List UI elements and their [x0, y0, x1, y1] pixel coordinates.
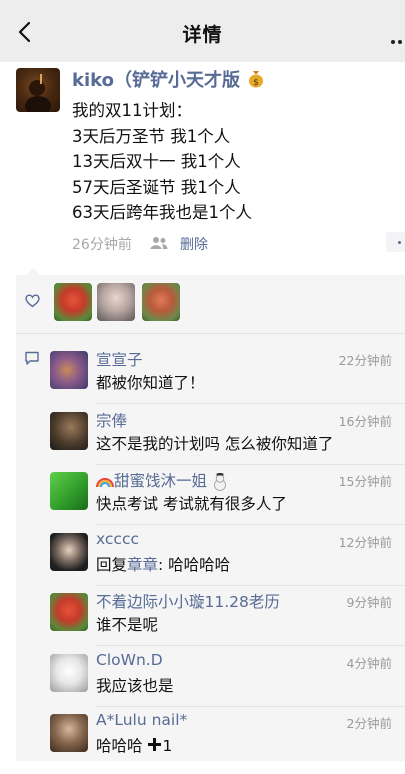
- svg-text:$: $: [253, 78, 259, 88]
- comment-time: 2分钟前: [346, 716, 392, 731]
- reply-text: : 哈哈哈哈: [158, 556, 231, 574]
- commenter-avatar[interactable]: [50, 533, 88, 571]
- rainbow-icon: [96, 477, 114, 487]
- comment-item[interactable]: xcccc 12分钟前 回复章章: 哈哈哈哈: [50, 530, 405, 593]
- comment-time: 4分钟前: [346, 656, 392, 671]
- comment-item[interactable]: 宣宣子 22分钟前 都被你知道了！: [50, 351, 405, 411]
- comment-text-suffix: 1: [162, 737, 173, 755]
- comment-text: 我应该也是: [96, 677, 174, 695]
- reply-prefix: 回复: [96, 556, 128, 574]
- commenter-avatar[interactable]: [50, 351, 88, 389]
- post-line: 3天后万圣节 我1个人: [72, 126, 231, 146]
- money-bag-icon: $: [249, 71, 263, 88]
- post-line: 63天后跨年我也是1个人: [72, 203, 252, 222]
- post-line: 57天后圣诞节 我1个人: [72, 177, 241, 197]
- comment-time: 12分钟前: [338, 535, 392, 550]
- comment-divider: [96, 585, 405, 586]
- comment-divider: [96, 464, 405, 465]
- heart-outline-icon: [25, 294, 40, 308]
- comment-text: 这不是我的计划吗 怎么被你知道了: [96, 435, 334, 453]
- commenter-avatar[interactable]: [50, 412, 88, 450]
- comment-text: 回复章章: 哈哈哈哈: [96, 553, 230, 575]
- comment-time: 22分钟前: [338, 353, 392, 368]
- comment-text: 都被你知道了！: [96, 374, 205, 392]
- comment-text: 谁不是呢: [96, 616, 159, 634]
- comment-time: 15分钟前: [338, 474, 392, 489]
- comment-divider: [96, 645, 405, 646]
- comment-divider: [96, 706, 405, 707]
- post-line: 我的双11计划：: [72, 101, 192, 120]
- comment-bubble-icon: [25, 351, 39, 365]
- commenter-avatar[interactable]: [50, 472, 88, 510]
- commenter-name[interactable]: 甜蜜饯沐一姐: [114, 472, 207, 490]
- page-title: 详情: [182, 24, 223, 46]
- commenter-name[interactable]: xcccc: [96, 530, 139, 548]
- like-avatar[interactable]: [97, 283, 135, 321]
- comment-text: 哈哈哈 1: [96, 734, 172, 756]
- friends-icon: [150, 237, 168, 249]
- like-avatar[interactable]: [54, 283, 92, 321]
- commenter-name[interactable]: A*Lulu nail*: [96, 711, 187, 729]
- post-timestamp: 26分钟前: [72, 237, 132, 253]
- comment-item[interactable]: CloWn.D 4分钟前 我应该也是: [50, 651, 405, 714]
- post-line: 13天后双十一 我1个人: [72, 152, 241, 171]
- comment-item[interactable]: 宗俸 16分钟前 这不是我的计划吗 怎么被你知道了: [50, 412, 405, 472]
- like-avatar[interactable]: [142, 283, 180, 321]
- comment-divider: [96, 524, 405, 525]
- nav-bar: 详情: [0, 0, 405, 62]
- panel-divider: [16, 333, 405, 334]
- post-action-button[interactable]: [386, 232, 405, 252]
- commenter-name[interactable]: 宗俸: [96, 409, 127, 431]
- snowman-icon: [214, 472, 226, 491]
- more-dots-icon[interactable]: [391, 29, 405, 44]
- delete-button[interactable]: 删除: [180, 234, 208, 254]
- commenter-avatar[interactable]: [50, 654, 88, 692]
- commenter-name-row[interactable]: 甜蜜饯沐一姐: [96, 469, 228, 491]
- comment-time: 16分钟前: [338, 414, 392, 429]
- post-author-avatar[interactable]: [16, 68, 60, 112]
- post-content: 我的双11计划： 3天后万圣节 我1个人 13天后双十一 我1个人 57天后圣诞…: [72, 98, 252, 226]
- commenter-avatar[interactable]: [50, 714, 88, 752]
- comment-text: 快点考试 考试就有很多人了: [96, 495, 287, 513]
- comment-divider: [96, 403, 405, 404]
- commenter-name[interactable]: 不着边际小小璇11.28老历: [96, 590, 280, 612]
- plus-icon: [148, 738, 162, 751]
- comment-time: 9分钟前: [346, 595, 392, 610]
- post-author-name[interactable]: kiko（铲铲小天才版: [72, 66, 240, 92]
- commenter-name[interactable]: 宣宣子: [96, 348, 143, 370]
- reply-target-name[interactable]: 章章: [127, 556, 158, 574]
- commenter-avatar[interactable]: [50, 593, 88, 631]
- panel-caret: [26, 268, 40, 275]
- comment-text-main: 哈哈哈: [96, 737, 143, 755]
- comment-item[interactable]: 不着边际小小璇11.28老历 9分钟前 谁不是呢: [50, 593, 405, 653]
- comment-item[interactable]: 甜蜜饯沐一姐 15分钟前 快点考试 考试就有很多人了: [50, 472, 405, 532]
- comment-item[interactable]: A*Lulu nail* 2分钟前 哈哈哈 1: [50, 711, 405, 774]
- commenter-name[interactable]: CloWn.D: [96, 651, 163, 669]
